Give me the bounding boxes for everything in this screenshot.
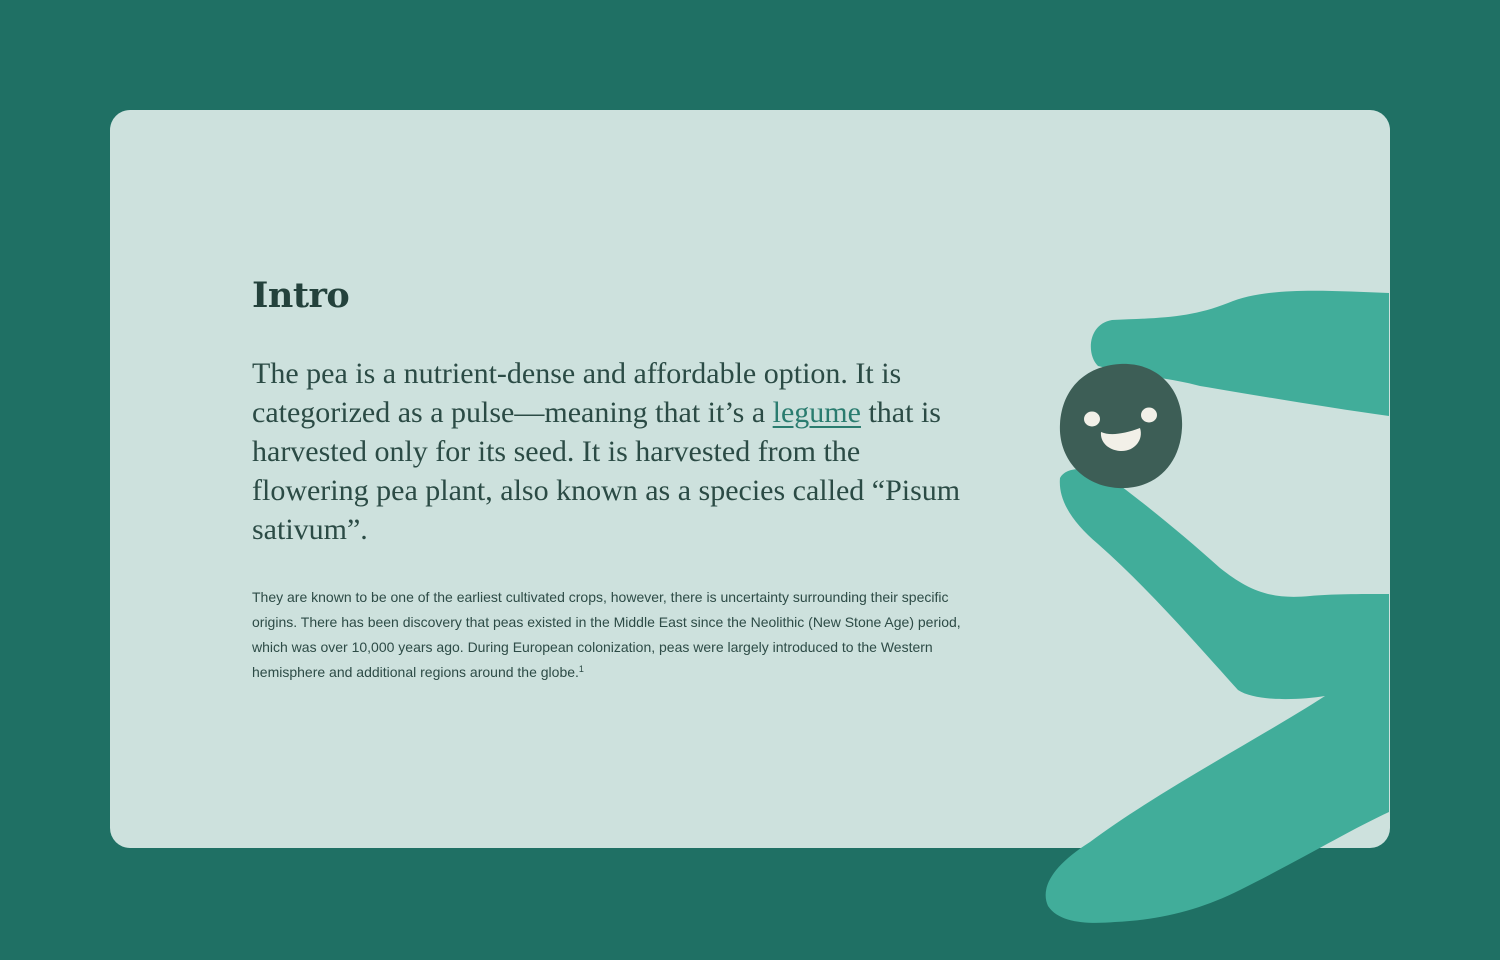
body-text: They are known to be one of the earliest… — [252, 589, 961, 680]
intro-heading: Intro — [252, 275, 350, 316]
legume-link[interactable]: legume — [773, 396, 861, 429]
intro-lead-paragraph: The pea is a nutrient-dense and affordab… — [252, 354, 964, 549]
intro-section: Intro The pea is a nutrient-dense and af… — [252, 276, 972, 685]
intro-body-paragraph: They are known to be one of the earliest… — [252, 585, 964, 685]
footnote-marker[interactable]: 1 — [579, 664, 584, 674]
